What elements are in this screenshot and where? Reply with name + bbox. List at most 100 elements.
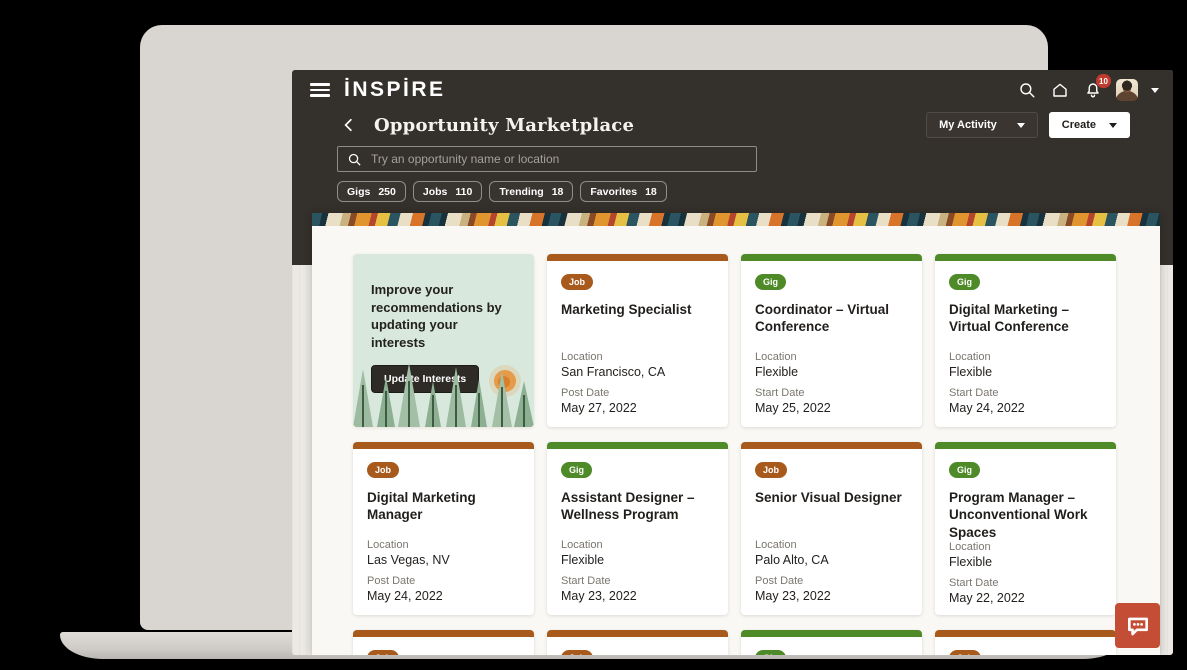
content-sheet: Improve your recommendations by updating… [312,213,1160,655]
card-accent-bar [741,630,922,637]
card-date-value: May 24, 2022 [367,589,443,603]
card-location-label: Location [949,540,991,553]
card-type-badge: Gig [561,462,592,478]
home-icon[interactable] [1050,80,1070,100]
brand-logo: İNSPİRE [344,78,446,101]
opportunity-card[interactable]: Job Marketing Specialist Location San Fr… [547,254,728,427]
card-date-value: May 25, 2022 [755,401,831,415]
card-location-value: Flexible [561,553,605,567]
card-accent-bar [741,442,922,449]
card-location-value: Las Vegas, NV [367,553,450,567]
bell-icon[interactable]: 10 [1083,74,1111,100]
card-date-value: May 27, 2022 [561,401,637,415]
opportunity-card[interactable]: Gig Assistant Designer – Wellness Progra… [547,442,728,615]
laptop-frame: İNSPİRE 10 Opportunity Marketplace My Ac… [140,25,1173,655]
card-type-badge: Job [561,274,594,290]
card-date-label: Start Date [949,387,999,399]
card-meta: Location Las Vegas, NV Post Date May 24,… [367,539,520,603]
filter-chip[interactable]: Jobs 110 [412,181,483,202]
search-box[interactable] [337,146,757,172]
card-title: Assistant Designer – Wellness Program [561,490,695,523]
card-type-badge: Job [561,650,594,655]
card-type-badge: Job [949,650,982,655]
card-location-label: Location [949,351,991,363]
card-location-label: Location [755,351,797,363]
card-location-value: Flexible [949,365,993,379]
card-meta: Location Flexible Start Date May 24, 202… [949,351,1102,415]
avatar[interactable] [1116,79,1138,101]
chevron-down-icon [1109,122,1117,128]
filter-chip[interactable]: Gigs 250 [337,181,406,202]
card-accent-bar [547,442,728,449]
card-date-label: Post Date [561,387,610,399]
card-accent-bar [935,630,1116,637]
card-location-label: Location [561,539,603,551]
card-meta: Location Flexible Start Date May 23, 202… [561,539,714,603]
chat-launcher-button[interactable] [1115,603,1160,648]
opportunity-card[interactable]: Job [935,630,1116,655]
card-meta: Location Flexible Start Date May 25, 202… [755,351,908,415]
opportunity-card[interactable]: Job Senior Visual Designer Location Palo… [741,442,922,615]
opportunity-card[interactable]: Job [353,630,534,655]
card-type-badge: Gig [755,650,786,655]
card-type-badge: Job [755,462,788,478]
create-button[interactable]: Create [1048,112,1130,138]
page-title: Opportunity Marketplace [374,114,635,136]
back-chevron-icon[interactable] [340,116,358,134]
card-date-label: Start Date [561,575,611,587]
filter-chip-label: Trending [499,185,544,198]
filter-chip-count: 18 [645,185,657,198]
search-input[interactable] [371,152,747,166]
opportunity-card[interactable]: Gig Program Manager – Unconventional Wor… [935,442,1116,615]
magnifier-icon [348,153,361,166]
card-date-label: Post Date [755,575,804,587]
filter-chip[interactable]: Trending 18 [489,181,574,202]
card-date-value: May 22, 2022 [949,590,1025,605]
decorative-pattern-banner [312,213,1160,226]
card-grid: Improve your recommendations by updating… [312,226,1160,655]
card-accent-bar [741,254,922,261]
hamburger-icon[interactable] [310,83,330,97]
filter-chip-count: 110 [455,185,473,198]
card-date-label: Start Date [755,387,805,399]
search-icon[interactable] [1017,80,1037,100]
card-date-label: Post Date [367,575,416,587]
card-date-value: May 23, 2022 [755,589,831,603]
card-type-badge: Gig [949,462,980,478]
my-activity-button[interactable]: My Activity [926,112,1038,138]
filter-chip-label: Gigs [347,185,371,198]
card-accent-bar [935,254,1116,261]
card-type-badge: Gig [949,274,980,290]
filter-chip-count: 18 [551,185,564,198]
opportunity-card[interactable]: Job Digital Marketing Manager Location L… [353,442,534,615]
filter-chip-label: Jobs [422,185,448,198]
stage: İNSPİRE 10 Opportunity Marketplace My Ac… [0,0,1187,670]
my-activity-label: My Activity [939,119,997,131]
opportunity-card[interactable]: Gig Digital Marketing – Virtual Conferen… [935,254,1116,427]
speech-bubble-icon [1127,617,1148,635]
card-type-badge: Job [367,462,400,478]
card-location-label: Location [367,539,409,551]
opportunity-card[interactable]: Gig Coordinator – Virtual Conference Loc… [741,254,922,427]
card-meta: Location Flexible Start Date May 22, 202… [949,541,1102,605]
card-location-value: Flexible [949,554,993,569]
profile-chevron-down-icon[interactable] [1151,87,1159,93]
card-accent-bar [353,630,534,637]
card-title: Coordinator – Virtual Conference [755,302,890,335]
opportunity-card[interactable]: Gig [741,630,922,655]
screen: İNSPİRE 10 Opportunity Marketplace My Ac… [292,70,1173,655]
card-location-value: Flexible [755,365,799,379]
card-date-value: May 24, 2022 [949,401,1025,415]
create-label: Create [1061,119,1096,131]
card-accent-bar [353,442,534,449]
filter-chip-row: Gigs 250 Jobs 110 Trending 18 Favorites … [337,181,1173,202]
card-location-label: Location [561,351,603,363]
opportunity-card[interactable]: Job [547,630,728,655]
card-meta: Location San Francisco, CA Post Date May… [561,351,714,415]
card-location-value: San Francisco, CA [561,365,666,379]
card-title: Digital Marketing – Virtual Conference [949,302,1070,335]
card-title: Digital Marketing Manager [367,490,476,523]
pine-trees-illustration [353,363,534,427]
filter-chip[interactable]: Favorites 18 [580,181,667,202]
card-type-badge: Gig [755,274,786,290]
